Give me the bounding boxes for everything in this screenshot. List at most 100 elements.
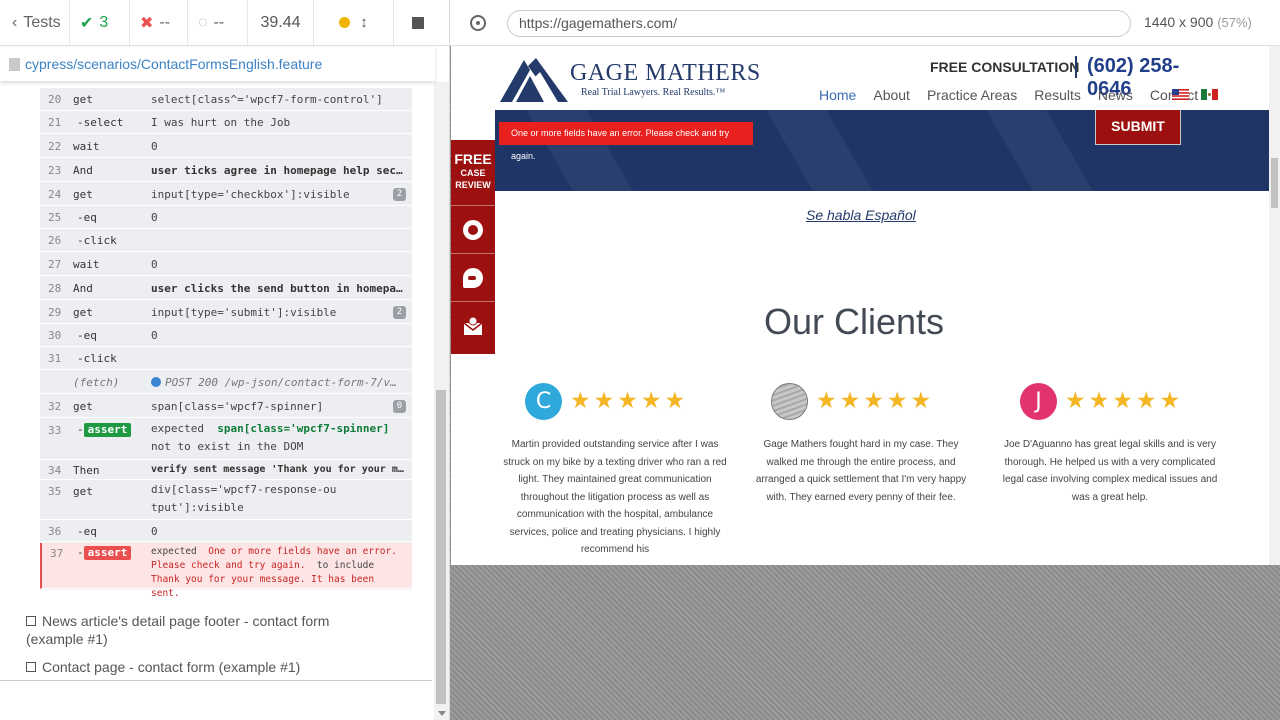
assert-tag: assert [83,546,132,560]
command-row[interactable]: 23 And user ticks agree in homepage help… [40,159,412,182]
form-error-message: One or more fields have an error. Please… [499,122,753,161]
command-row[interactable]: 22 wait 0 [40,135,412,158]
contact-form-band: One or more fields have an error. Please… [495,110,1269,191]
run-controls: ↕ [314,0,394,46]
command-row[interactable]: 36 -eq 0 [40,520,412,542]
command-number: 33 [48,424,62,437]
assert-expected: expected [151,546,197,557]
command-row[interactable]: 24 get input[type='checkbox']:visible 2 [40,183,412,206]
review-text: Martin provided outstanding service afte… [503,439,727,555]
command-number: 22 [48,140,62,153]
pending-count: -- [213,13,225,31]
x-icon: ✖ [140,14,154,32]
submit-button[interactable]: SUBMIT [1095,110,1181,145]
email-button[interactable] [451,302,495,354]
command-log: 20 get select[class^='wpcf7-form-control… [40,88,412,599]
command-row-assert[interactable]: 33 - assert expected span[class='wpcf7-sp… [40,419,412,460]
command-row[interactable]: 20 get select[class^='wpcf7-form-control… [40,88,412,111]
runner-scrollbar[interactable] [434,82,449,720]
avatar [771,383,808,420]
pending-circle-icon: ◌ [198,13,208,31]
command-number: 28 [48,282,62,295]
command-row[interactable]: 25 -eq 0 [40,206,412,229]
pending-stat: ◌ -- [188,0,248,46]
divider [0,680,432,681]
command-row[interactable]: 27 wait 0 [40,253,412,276]
command-row[interactable]: 34 Then verify sent message 'Thank you f… [40,460,412,480]
free-consultation-label: FREE CONSULTATION [930,59,1080,75]
command-number: 21 [48,116,62,129]
brand-tagline: Real Trial Lawyers. Real Results.™ [581,87,726,98]
assert-tail: not to exist in the DOM [151,440,304,453]
command-number: 27 [48,258,62,271]
scrollbar-thumb[interactable] [436,390,446,704]
command-name: wait [73,140,100,153]
command-message: user ticks agree in homepage help sec… [151,164,403,177]
chat-icon [463,268,483,288]
selector-playground-icon[interactable] [470,15,486,31]
command-row[interactable]: 35 get div[class='wpcf7-response-output'… [40,480,412,520]
test-item[interactable]: News article's detail page footer - cont… [26,612,386,648]
avatar: J [1020,383,1057,420]
nav-practice-areas[interactable]: Practice Areas [927,87,1017,103]
call-button[interactable] [451,206,495,254]
stop-button[interactable] [394,0,434,46]
command-name: -select [77,116,124,129]
command-name: (fetch) [73,376,120,389]
mexico-flag-icon[interactable] [1201,89,1218,100]
command-name: -click [77,234,117,247]
auto-scroll-icon[interactable]: ↕ [360,14,368,31]
avatar: C [525,383,562,420]
command-row[interactable]: 21 -select I was hurt on the Job [40,111,412,134]
command-row[interactable]: 29 get input[type='submit']:visible 2 [40,301,412,324]
command-row[interactable]: 31 -click [40,347,412,370]
command-row[interactable]: 30 -eq 0 [40,324,412,347]
test-item[interactable]: Contact page - contact form (example #1) [26,658,386,676]
brand-name[interactable]: GAGE MATHERS [570,60,761,87]
command-row-fetch[interactable]: (fetch) POST 200 /wp-json/contact-form-7… [40,371,412,394]
nav-news[interactable]: News [1098,87,1133,103]
assert-value: Thank you for your message. It has been … [151,574,375,599]
command-message: user clicks the send button in homepa… [151,282,403,295]
scrollbar-thumb[interactable] [1271,158,1278,208]
nav-home[interactable]: Home [819,87,856,103]
command-number: 37 [50,547,64,560]
command-row[interactable]: 28 And user clicks the send button in ho… [40,277,412,300]
command-number: 24 [48,188,62,201]
command-name: Then [73,464,100,477]
command-message: 0 [151,525,158,538]
command-message: input[type='submit']:visible [151,306,337,319]
command-name: And [73,164,93,177]
command-row[interactable]: 32 get span[class='wpcf7-spinner] 0 [40,395,412,418]
us-flag-icon[interactable] [1172,89,1189,100]
command-number: 26 [48,234,62,247]
fetch-status-icon [151,377,161,387]
assert-expected: expected [151,422,204,435]
file-icon [9,57,20,71]
command-name: get [73,400,93,413]
spanish-link[interactable]: Se habla Español [806,207,916,223]
running-indicator-icon [339,17,351,28]
chat-button[interactable] [451,254,495,302]
nav-about[interactable]: About [873,87,910,103]
gage-mathers-logo-icon[interactable] [500,56,568,102]
command-row-failed-assert[interactable]: 37 - assert expected One or more fields h… [40,543,412,599]
runner-header: ‹ Tests ✔ 3 ✖ -- ◌ -- 39.44 ↕ [0,0,449,46]
checkbox-icon [26,662,36,672]
command-number: 25 [48,211,62,224]
url-input[interactable]: https://gagemathers.com/ [507,10,1131,37]
assert-operator: to include [316,560,375,571]
scroll-down-arrow-icon[interactable] [438,711,446,716]
tests-button[interactable]: ‹ Tests [0,0,70,46]
review-text: Gage Mathers fought hard in my case. The… [755,439,967,503]
command-row[interactable]: 26 -click [40,229,412,252]
element-count-badge: 2 [393,306,406,319]
spec-file-bar[interactable]: cypress/scenarios/ContactFormsEnglish.fe… [0,47,435,81]
website-scrollbar[interactable] [1269,46,1280,565]
tests-label: Tests [23,13,61,31]
command-number: 34 [48,464,62,477]
free-case-review-button[interactable]: FREE CASE REVIEW [451,140,495,206]
nav-results[interactable]: Results [1034,87,1081,103]
command-name: -click [77,352,117,365]
side-free-label: FREE [454,151,492,167]
